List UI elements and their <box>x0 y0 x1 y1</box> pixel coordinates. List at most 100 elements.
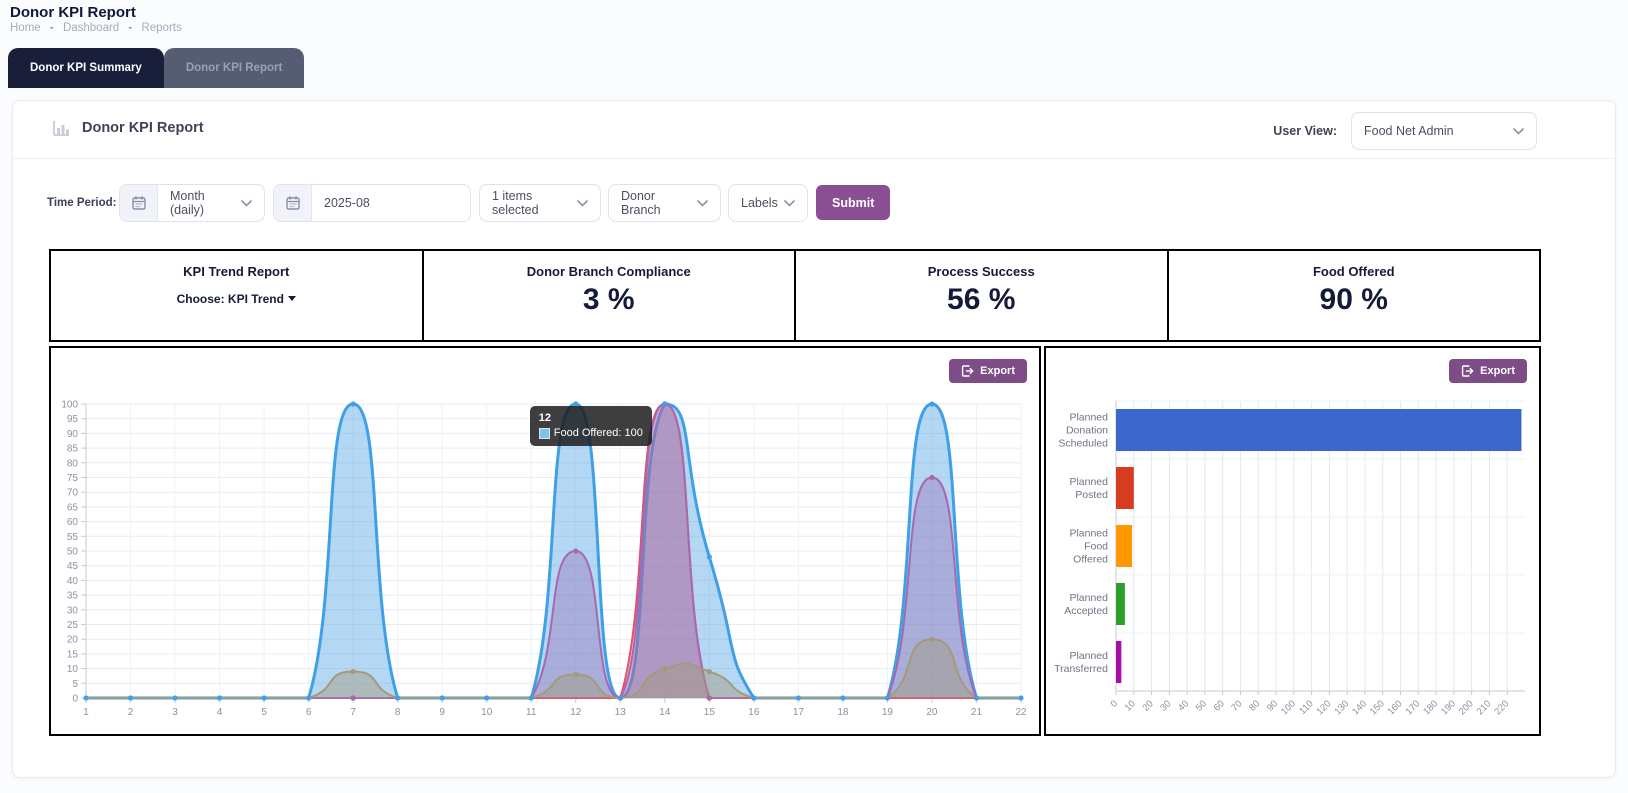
svg-text:20: 20 <box>1140 698 1155 713</box>
svg-text:80: 80 <box>67 458 79 469</box>
svg-text:95: 95 <box>67 414 79 425</box>
svg-text:PlannedPosted: PlannedPosted <box>1069 476 1108 501</box>
svg-text:180: 180 <box>1421 698 1440 717</box>
breadcrumb-separator: - <box>50 22 54 34</box>
user-view-value: Food Net Admin <box>1364 124 1454 138</box>
export-icon <box>961 365 974 377</box>
svg-text:20: 20 <box>67 635 79 646</box>
breadcrumb-home[interactable]: Home <box>10 22 41 34</box>
svg-text:9: 9 <box>439 707 445 718</box>
time-period-label: Time Period: <box>47 197 116 209</box>
svg-text:130: 130 <box>1332 698 1351 717</box>
chevron-down-icon <box>697 200 708 207</box>
period-type-group: Month (daily) <box>119 184 265 222</box>
svg-text:85: 85 <box>67 444 79 455</box>
kpi-card-food-offered: Food Offered 90 % <box>1169 251 1540 340</box>
svg-text:60: 60 <box>1212 698 1227 713</box>
kpi-card-value: 90 % <box>1169 283 1540 317</box>
submit-button[interactable]: Submit <box>816 185 890 220</box>
svg-text:40: 40 <box>67 576 79 587</box>
card-title: Donor KPI Report <box>82 120 204 136</box>
svg-text:210: 210 <box>1475 698 1494 717</box>
svg-text:120: 120 <box>1315 698 1334 717</box>
svg-text:16: 16 <box>748 707 760 718</box>
chevron-down-icon <box>577 200 588 207</box>
svg-text:160: 160 <box>1386 698 1405 717</box>
kpi-card-process-success: Process Success 56 % <box>796 251 1169 340</box>
svg-text:PlannedTransferred: PlannedTransferred <box>1054 650 1108 675</box>
svg-text:100: 100 <box>1279 698 1298 717</box>
planned-bar-chart-panel: Export 010203040506070809010011012013014… <box>1044 346 1541 736</box>
svg-text:5: 5 <box>72 679 78 690</box>
period-type-value: Month (daily) <box>170 189 241 217</box>
report-card: Donor KPI Report User View: Food Net Adm… <box>12 100 1616 778</box>
items-selected-value: 1 items selected <box>492 189 577 217</box>
svg-text:21: 21 <box>971 707 983 718</box>
chevron-down-icon <box>1513 128 1524 135</box>
card-header: Donor KPI Report User View: Food Net Adm… <box>13 101 1615 159</box>
svg-text:75: 75 <box>67 473 79 484</box>
tab-donor-kpi-summary[interactable]: Donor KPI Summary <box>8 48 164 88</box>
period-month-value: 2025-08 <box>324 196 370 210</box>
donor-branch-value: Donor Branch <box>621 189 697 217</box>
svg-text:25: 25 <box>67 620 79 631</box>
svg-text:90: 90 <box>1265 698 1280 713</box>
kpi-table: KPI Trend Report Choose: KPI Trend Donor… <box>49 249 1541 342</box>
svg-text:100: 100 <box>61 400 78 411</box>
svg-text:200: 200 <box>1457 698 1476 717</box>
svg-text:10: 10 <box>481 707 493 718</box>
kpi-trend-choose-dropdown[interactable]: Choose: KPI Trend <box>177 292 296 306</box>
svg-text:5: 5 <box>261 707 267 718</box>
svg-text:4: 4 <box>217 707 223 718</box>
svg-text:18: 18 <box>837 707 849 718</box>
svg-text:70: 70 <box>67 488 79 499</box>
breadcrumb-reports[interactable]: Reports <box>141 22 181 34</box>
user-view-select[interactable]: Food Net Admin <box>1351 112 1537 150</box>
period-month-input[interactable]: 2025-08 <box>312 185 470 221</box>
items-selected-dropdown[interactable]: 1 items selected <box>479 184 601 222</box>
export-button[interactable]: Export <box>1449 359 1527 383</box>
svg-text:PlannedFoodOffered: PlannedFoodOffered <box>1069 528 1108 566</box>
planned-horizontal-bar-chart: 0102030405060708090100110120130140150160… <box>1046 348 1539 734</box>
svg-text:14: 14 <box>659 707 671 718</box>
donor-branch-dropdown[interactable]: Donor Branch <box>608 184 721 222</box>
svg-text:45: 45 <box>67 561 79 572</box>
filter-row: Time Period: Month (daily) 2025-08 1 ite… <box>13 184 1615 224</box>
svg-text:11: 11 <box>526 707 537 718</box>
svg-text:110: 110 <box>1297 698 1315 716</box>
svg-text:190: 190 <box>1439 698 1458 717</box>
breadcrumb: Home - Dashboard - Reports <box>10 22 182 34</box>
kpi-trend-cell: KPI Trend Report Choose: KPI Trend <box>51 251 424 340</box>
svg-text:40: 40 <box>1176 698 1191 713</box>
svg-text:20: 20 <box>926 707 938 718</box>
svg-text:2: 2 <box>128 707 134 718</box>
svg-text:50: 50 <box>1194 698 1209 713</box>
svg-text:3: 3 <box>172 707 178 718</box>
svg-text:6: 6 <box>306 707 312 718</box>
caret-down-icon <box>288 296 296 301</box>
svg-text:10: 10 <box>67 664 79 675</box>
kpi-trend-area-chart: 0510152025303540455055606570758085909510… <box>51 348 1039 734</box>
page-title: Donor KPI Report <box>10 4 136 21</box>
labels-dropdown[interactable]: Labels <box>728 184 808 222</box>
kpi-card-value: 56 % <box>796 283 1167 317</box>
kpi-card-title: Donor Branch Compliance <box>424 264 795 279</box>
chevron-down-icon <box>784 200 795 207</box>
svg-text:170: 170 <box>1403 698 1422 717</box>
svg-text:10: 10 <box>1123 698 1138 713</box>
svg-text:12: 12 <box>570 707 582 718</box>
kpi-card-value: 3 % <box>424 283 795 317</box>
kpi-card-title: Food Offered <box>1169 264 1540 279</box>
labels-value: Labels <box>741 196 778 210</box>
svg-text:7: 7 <box>350 707 356 718</box>
calendar-icon <box>120 185 158 221</box>
chevron-down-icon <box>241 200 252 207</box>
svg-text:220: 220 <box>1492 698 1511 717</box>
svg-text:1: 1 <box>83 707 89 718</box>
kpi-card-title: Process Success <box>796 264 1167 279</box>
export-button[interactable]: Export <box>949 359 1027 383</box>
svg-text:80: 80 <box>1247 698 1262 713</box>
tab-donor-kpi-report[interactable]: Donor KPI Report <box>164 48 304 88</box>
breadcrumb-dashboard[interactable]: Dashboard <box>63 22 119 34</box>
period-type-select[interactable]: Month (daily) <box>158 185 264 221</box>
